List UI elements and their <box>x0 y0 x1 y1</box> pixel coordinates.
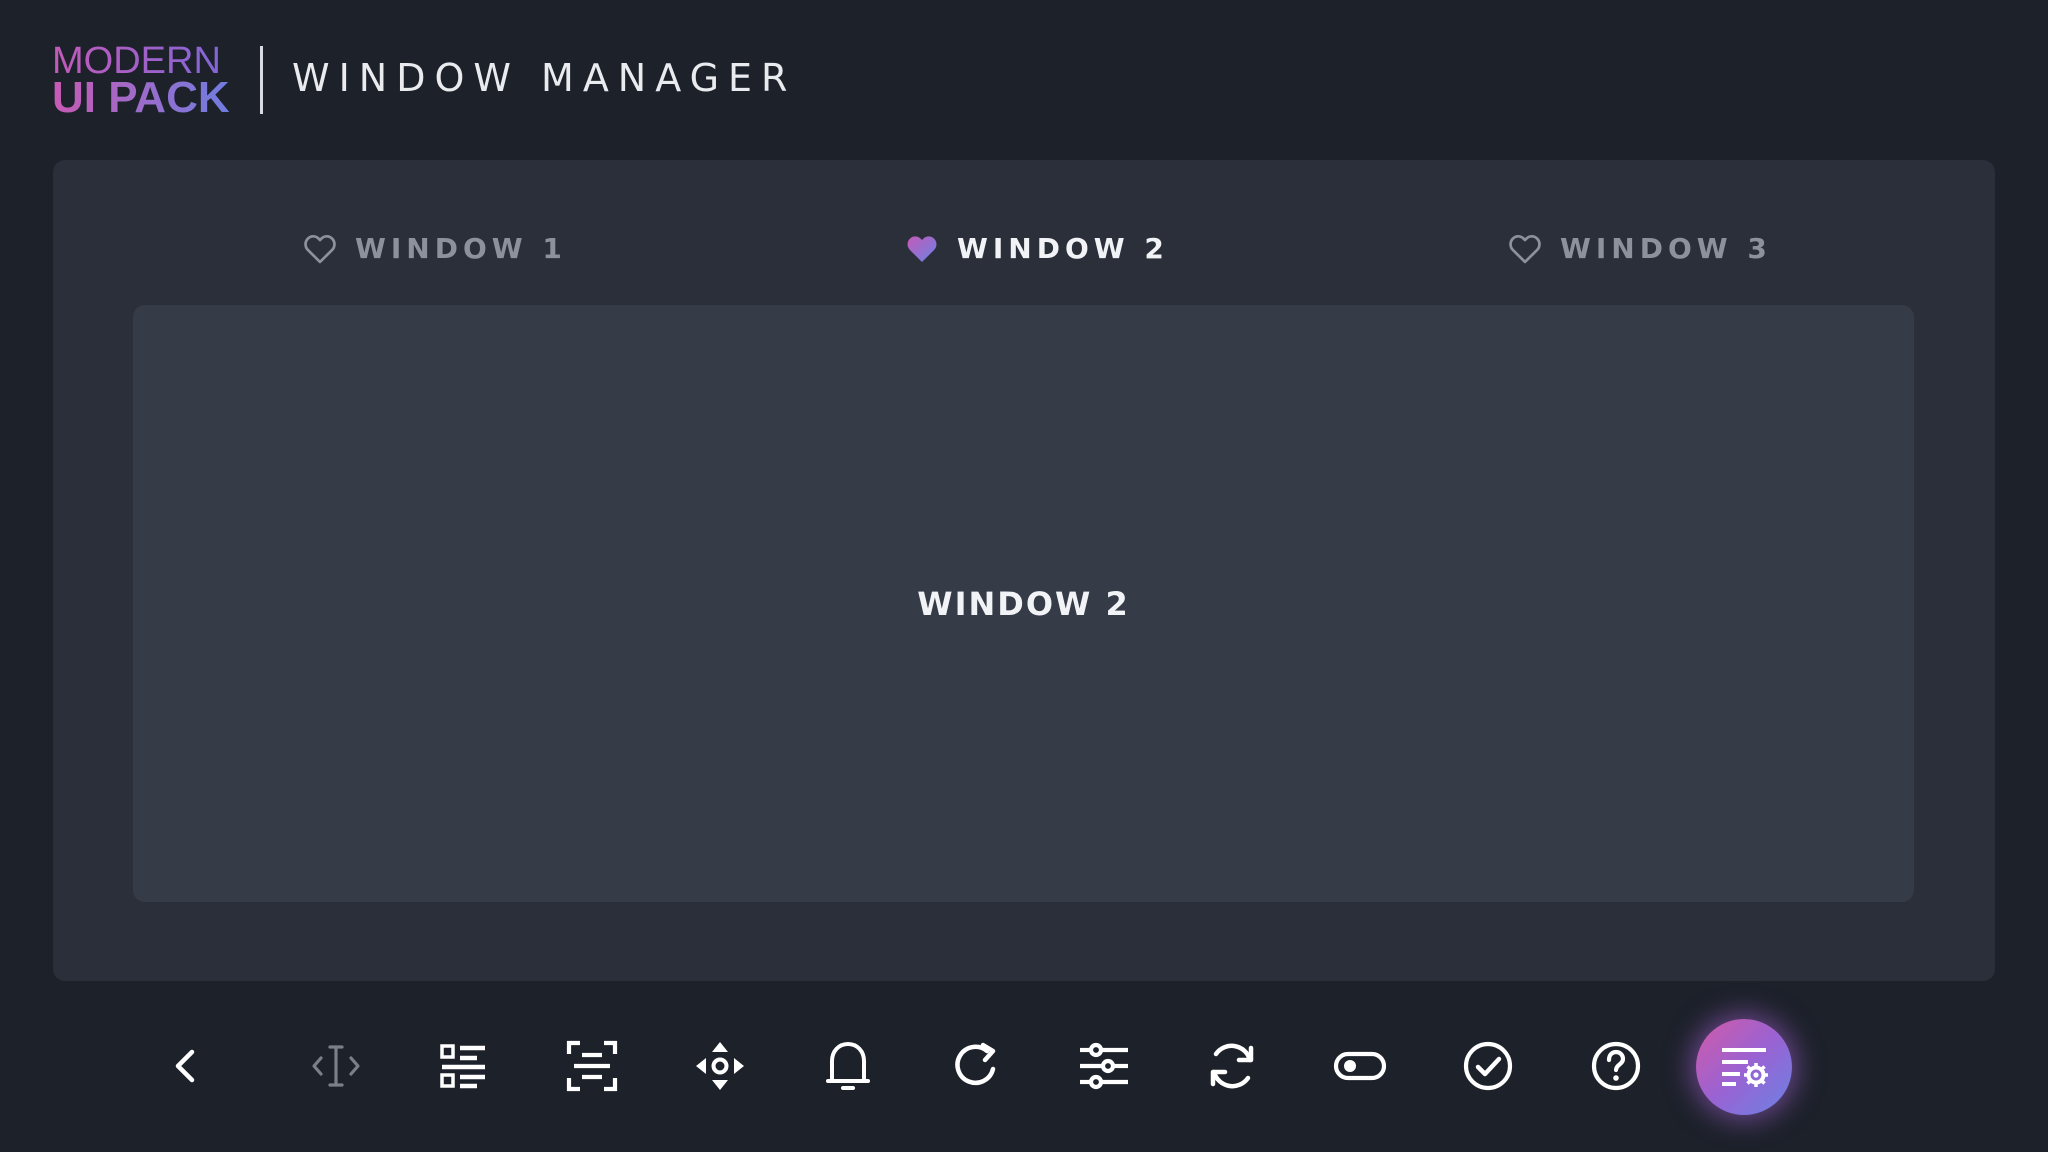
tab-window-2[interactable]: WINDOW 2 <box>905 232 1169 265</box>
back-button[interactable] <box>154 1034 218 1098</box>
heart-outline-icon <box>303 234 337 264</box>
toggle-button[interactable] <box>1328 1034 1392 1098</box>
scan-icon <box>565 1039 619 1093</box>
sliders-icon <box>1077 1039 1131 1093</box>
notifications-button[interactable] <box>816 1034 880 1098</box>
chevron-left-icon <box>162 1042 210 1090</box>
heart-filled-icon <box>905 234 939 264</box>
text-cursor-button[interactable] <box>304 1034 368 1098</box>
toggle-icon <box>1332 1038 1388 1094</box>
sync-icon <box>1204 1038 1260 1094</box>
move-icon <box>693 1039 747 1093</box>
sliders-button[interactable] <box>1072 1034 1136 1098</box>
logo-bottom-text: UI PACK <box>52 73 230 122</box>
bottom-toolbar <box>0 1016 2048 1116</box>
move-button[interactable] <box>688 1034 752 1098</box>
heart-outline-icon <box>1508 234 1542 264</box>
settings-list-icon <box>1716 1037 1772 1097</box>
modern-ui-pack-logo: MODERN UI PACK <box>52 42 230 120</box>
tab-label: WINDOW 3 <box>1560 232 1772 265</box>
window-content-panel: WINDOW 2 <box>133 305 1914 902</box>
check-circle-icon <box>1460 1038 1516 1094</box>
help-button[interactable] <box>1584 1034 1648 1098</box>
tab-label: WINDOW 1 <box>355 232 567 265</box>
window-tabs: WINDOW 1 WINDOW 2 WINDOW 3 <box>53 160 1995 306</box>
confirm-button[interactable] <box>1456 1034 1520 1098</box>
window-manager-page: MODERN UI PACK WINDOW MANAGER WINDOW 1 W… <box>0 0 2048 1152</box>
text-cursor-icon <box>309 1039 363 1093</box>
list-button[interactable] <box>432 1034 496 1098</box>
sync-button[interactable] <box>1200 1034 1264 1098</box>
scan-button[interactable] <box>560 1034 624 1098</box>
window-manager-card: WINDOW 1 WINDOW 2 WINDOW 3 WINDOW 2 <box>53 160 1995 981</box>
tab-label: WINDOW 2 <box>957 232 1169 265</box>
header-divider <box>260 46 263 114</box>
refresh-icon <box>949 1039 1003 1093</box>
window-manager-settings-button[interactable] <box>1696 1019 1792 1115</box>
tab-window-3[interactable]: WINDOW 3 <box>1508 232 1772 265</box>
help-circle-icon <box>1588 1038 1644 1094</box>
window-content-title: WINDOW 2 <box>917 584 1130 623</box>
page-title: WINDOW MANAGER <box>292 56 797 100</box>
tab-window-1[interactable]: WINDOW 1 <box>303 232 567 265</box>
list-icon <box>437 1039 491 1093</box>
bell-icon <box>821 1039 875 1093</box>
refresh-button[interactable] <box>944 1034 1008 1098</box>
